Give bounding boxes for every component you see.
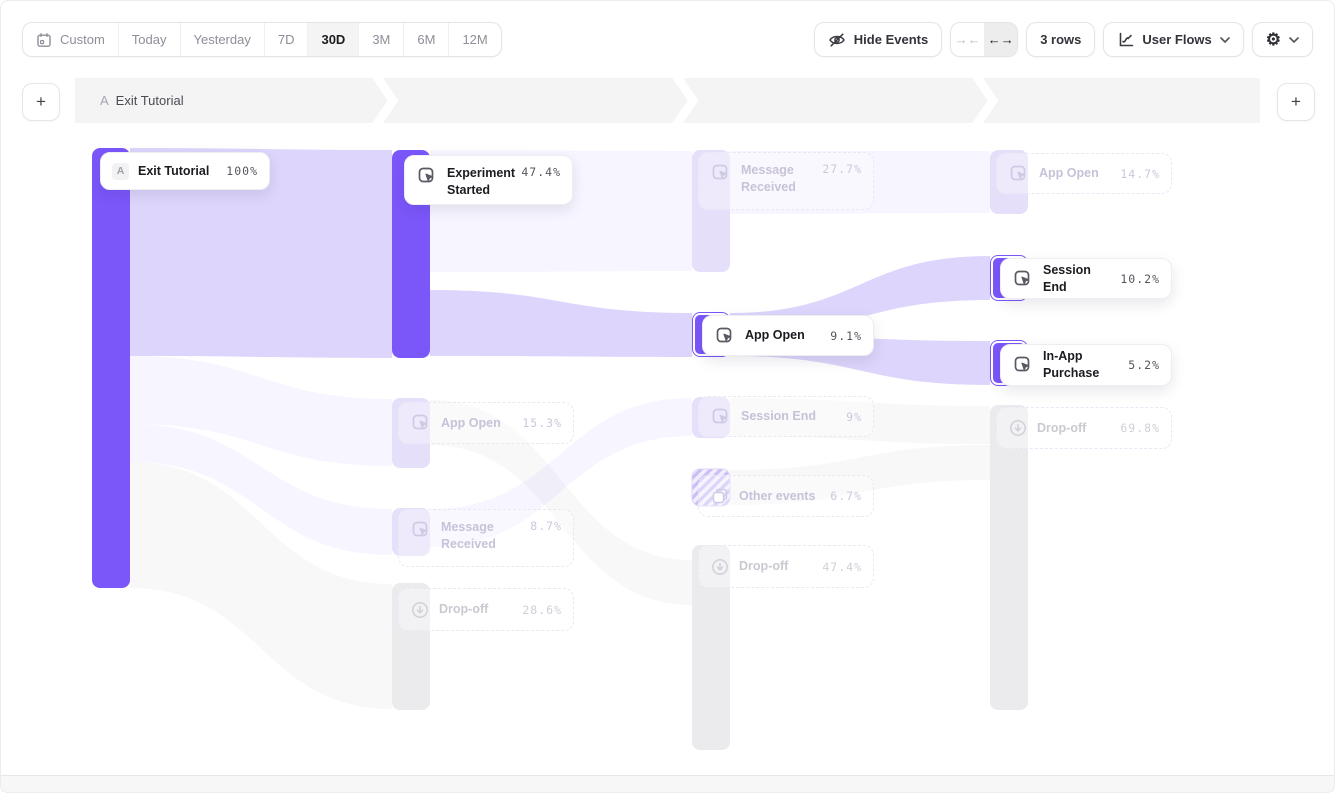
- node-card-c4-session-end[interactable]: Session End 10.2%: [1000, 258, 1172, 299]
- add-step-right-button[interactable]: +: [1277, 83, 1315, 121]
- node-label: App Open: [441, 415, 513, 432]
- step-prefix: A: [100, 93, 109, 108]
- date-range-6m[interactable]: 6M: [404, 23, 449, 56]
- hide-events-label: Hide Events: [854, 32, 928, 47]
- node-card-c2-message-received[interactable]: Message Received 8.7%: [398, 509, 574, 567]
- date-range-12m[interactable]: 12M: [449, 23, 500, 56]
- event-cursor-icon: [1012, 268, 1034, 290]
- event-cursor-icon: [714, 325, 736, 347]
- node-label: Drop-off: [739, 558, 813, 575]
- node-card-c2-experiment-started[interactable]: Experiment Started 47.4%: [404, 155, 573, 205]
- date-range-7d[interactable]: 7D: [265, 23, 309, 56]
- node-card-c3-other-events[interactable]: Other events 6.7%: [698, 475, 874, 517]
- flow-chart-icon: [1117, 31, 1134, 48]
- chevron-down-icon: [1289, 37, 1299, 43]
- date-range-yesterday[interactable]: Yesterday: [181, 23, 265, 56]
- event-cursor-icon: [410, 519, 432, 541]
- top-toolbar: CustomTodayYesterday7D30D3M6M12M Hide Ev…: [22, 22, 1313, 57]
- rows-label: 3 rows: [1040, 32, 1081, 47]
- node-card-c2-app-open[interactable]: App Open 15.3%: [398, 402, 574, 444]
- view-selector-button[interactable]: User Flows: [1103, 22, 1243, 57]
- node-value: 47.4%: [822, 560, 862, 574]
- node-card-c3-session-end[interactable]: Session End 9%: [698, 396, 874, 437]
- settings-button[interactable]: ⚙: [1252, 22, 1313, 57]
- collapse-width-button[interactable]: →←: [951, 23, 984, 56]
- node-value: 15.3%: [522, 416, 562, 430]
- node-label: Session End: [741, 408, 837, 425]
- node-value: 10.2%: [1120, 272, 1160, 286]
- node-value: 9%: [846, 410, 862, 424]
- node-value: 27.7%: [822, 162, 862, 176]
- node-label: Experiment Started: [447, 165, 512, 199]
- right-tools: Hide Events →← ←→ 3 rows User Flows ⚙: [814, 22, 1313, 57]
- date-range-today[interactable]: Today: [119, 23, 181, 56]
- other-events-icon: [710, 486, 730, 506]
- node-label: Other events: [739, 488, 821, 505]
- node-card-c3-app-open[interactable]: App Open 9.1%: [702, 315, 874, 356]
- node-value: 28.6%: [522, 603, 562, 617]
- node-card-c3-drop-off[interactable]: Drop-off 47.4%: [698, 545, 874, 588]
- date-range-custom[interactable]: Custom: [23, 23, 119, 56]
- gear-icon: ⚙: [1266, 31, 1281, 48]
- date-range-30d[interactable]: 30D: [308, 23, 359, 56]
- drop-off-icon: [410, 600, 430, 620]
- drop-off-icon: [1008, 418, 1028, 438]
- node-label: Message Received: [741, 162, 813, 196]
- date-range-3m[interactable]: 3M: [359, 23, 404, 56]
- node-value: 100%: [226, 164, 258, 178]
- step-separator-chevron: [371, 78, 403, 123]
- footer-strip: [1, 775, 1334, 792]
- event-cursor-icon: [1012, 354, 1034, 376]
- step-label[interactable]: A Exit Tutorial: [100, 78, 184, 123]
- node-label: Drop-off: [1037, 420, 1111, 437]
- node-label: Drop-off: [439, 601, 513, 618]
- arrows-inward-icon: →←: [955, 32, 981, 47]
- node-label: Exit Tutorial: [138, 163, 217, 180]
- node-value: 69.8%: [1120, 421, 1160, 435]
- chevron-down-icon: [1220, 37, 1230, 43]
- step-separator-chevron: [971, 78, 1003, 123]
- event-cursor-icon: [416, 165, 438, 187]
- event-cursor-icon: [710, 162, 732, 184]
- event-cursor-icon: [1008, 163, 1030, 185]
- node-card-c4-app-open[interactable]: App Open 14.7%: [996, 153, 1172, 194]
- node-label: App Open: [1039, 165, 1111, 182]
- add-step-left-button[interactable]: +: [22, 83, 60, 121]
- node-card-c2-drop-off[interactable]: Drop-off 28.6%: [398, 588, 574, 631]
- step-separator-chevron: [671, 78, 703, 123]
- arrows-outward-icon: ←→: [988, 32, 1014, 47]
- step-title: Exit Tutorial: [116, 93, 184, 108]
- node-label: Message Received: [441, 519, 521, 553]
- node-label: App Open: [745, 327, 821, 344]
- date-range-group: CustomTodayYesterday7D30D3M6M12M: [22, 22, 502, 57]
- node-card-c3-message-received[interactable]: Message Received 27.7%: [698, 152, 874, 210]
- width-toggle-group: →← ←→: [950, 22, 1018, 57]
- node-value: 47.4%: [521, 165, 561, 179]
- calendar-icon: [36, 32, 52, 48]
- drop-off-icon: [710, 557, 730, 577]
- node-label: Session End: [1043, 262, 1111, 296]
- hide-events-button[interactable]: Hide Events: [814, 22, 942, 57]
- node-card-c4-drop-off[interactable]: Drop-off 69.8%: [996, 407, 1172, 449]
- node-card-c1-exit-tutorial[interactable]: A Exit Tutorial 100%: [100, 152, 270, 190]
- node-card-c4-in-app-purchase[interactable]: In-App Purchase 5.2%: [1000, 344, 1172, 386]
- view-selector-label: User Flows: [1142, 32, 1211, 47]
- node-label: In-App Purchase: [1043, 348, 1119, 382]
- event-cursor-icon: [410, 412, 432, 434]
- event-cursor-icon: [710, 406, 732, 428]
- node-value: 5.2%: [1128, 358, 1160, 372]
- node-value: 8.7%: [530, 519, 562, 533]
- node-value: 14.7%: [1120, 167, 1160, 181]
- rows-button[interactable]: 3 rows: [1026, 22, 1095, 57]
- eye-off-icon: [828, 31, 846, 49]
- event-badge: A: [112, 163, 129, 180]
- node-value: 9.1%: [830, 329, 862, 343]
- node-value: 6.7%: [830, 489, 862, 503]
- step-band: A Exit Tutorial: [75, 78, 1260, 123]
- expand-width-button[interactable]: ←→: [984, 23, 1017, 56]
